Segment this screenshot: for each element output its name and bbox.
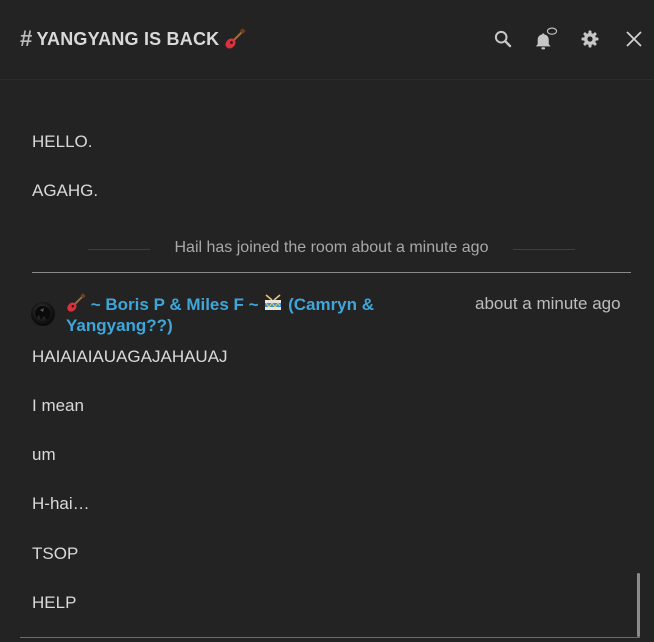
avatar[interactable]: [31, 302, 55, 326]
message-text: um: [32, 445, 56, 464]
close-icon: [626, 31, 642, 47]
hash-icon: #: [20, 26, 33, 51]
guitar-emoji-icon: [224, 28, 246, 50]
search-icon: [494, 30, 512, 48]
composer-divider: [20, 637, 640, 638]
room-title[interactable]: # YANGYANG IS BACK: [20, 26, 246, 52]
close-button[interactable]: [622, 27, 646, 51]
guitar-emoji-icon: [66, 293, 86, 317]
message-timeline[interactable]: HELLO. AGAHG. Hail has joined the room a…: [0, 81, 654, 642]
room-header: # YANGYANG IS BACK: [0, 0, 654, 80]
membership-event: Hail has joined the room about a minute …: [32, 239, 631, 273]
message-text: H-hai…: [32, 494, 90, 513]
message-text: I mean: [32, 396, 84, 415]
sender-name-part: ~ Boris P & Miles F ~: [90, 295, 259, 314]
scrollbar[interactable]: [637, 573, 640, 637]
room-settings-button[interactable]: [578, 27, 602, 51]
sender-name[interactable]: ~ Boris P & Miles F ~ (Camryn & Yangyang…: [66, 293, 406, 335]
sender-name-part: Yangyang??): [66, 316, 173, 335]
message-timestamp: about a minute ago: [475, 294, 621, 313]
event-text: Hail has joined the room about a minute …: [174, 239, 489, 256]
message-text: HELLO.: [32, 132, 93, 151]
room-name: YANGYANG IS BACK: [36, 28, 220, 49]
drum-emoji-icon: [263, 293, 283, 317]
message-text: HAIAIAIAUAGAJAHAUAJ: [32, 347, 228, 366]
sender-name-part: (Camryn &: [288, 295, 375, 314]
notifications-button[interactable]: [534, 27, 558, 51]
message-text: HELP: [32, 593, 77, 612]
settings-icon: [581, 30, 599, 48]
message-text: TSOP: [32, 544, 79, 563]
search-button[interactable]: [491, 27, 515, 51]
message-text: AGAHG.: [32, 181, 99, 200]
bell-icon: [535, 27, 558, 50]
chat-window: # YANGYANG IS BACK HELLO. AGAHG. Hail ha…: [0, 0, 654, 642]
